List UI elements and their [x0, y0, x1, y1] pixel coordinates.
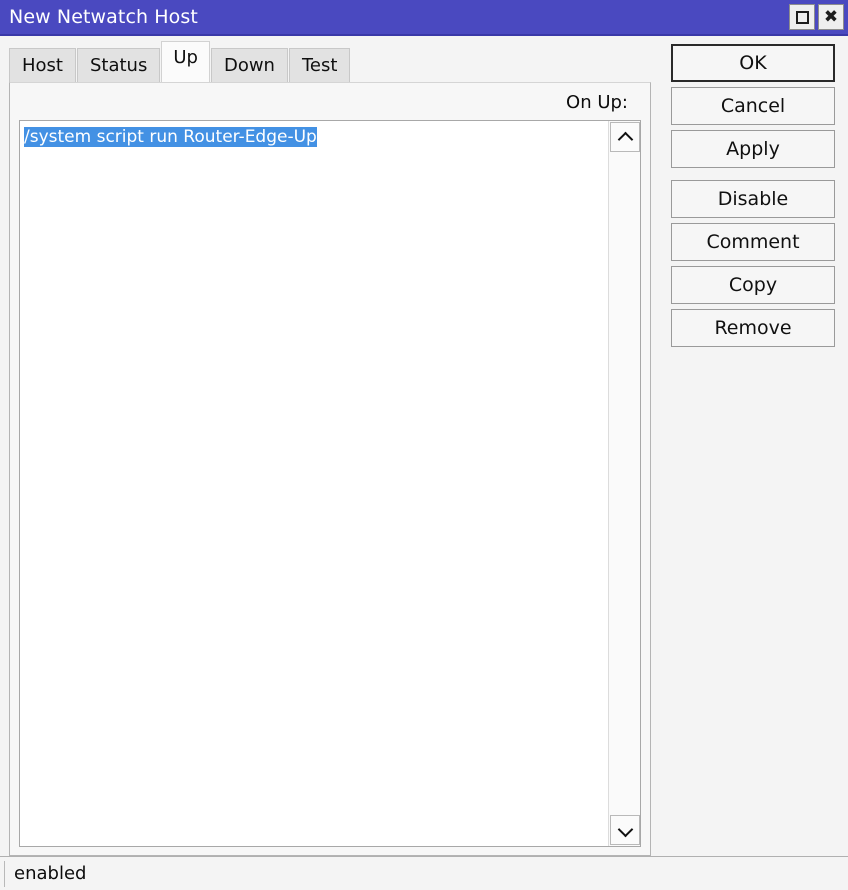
tab-content-panel: On Up: /system script run Router-Edge-Up	[9, 82, 651, 856]
remove-button[interactable]: Remove	[671, 309, 835, 347]
maximize-button[interactable]	[789, 4, 815, 30]
chevron-down-icon	[619, 826, 632, 834]
maximize-icon	[795, 10, 809, 24]
tab-down[interactable]: Down	[210, 48, 288, 82]
editor-scrollbar[interactable]	[608, 121, 640, 846]
cancel-button[interactable]: Cancel	[671, 87, 835, 125]
statusbar: enabled	[0, 856, 848, 890]
close-button[interactable]: ✖	[818, 4, 844, 30]
script-line: /system script run Router-Edge-Up	[24, 127, 608, 148]
ok-button[interactable]: OK	[671, 44, 835, 82]
titlebar: New Netwatch Host ✖	[0, 0, 848, 36]
chevron-up-icon	[619, 133, 632, 141]
netwatch-host-dialog: New Netwatch Host ✖ Host Status Up Down …	[0, 0, 848, 890]
tab-up[interactable]: Up	[161, 41, 210, 82]
window-title: New Netwatch Host	[9, 6, 198, 28]
tabstrip: Host Status Up Down Test	[0, 36, 660, 82]
window-controls: ✖	[789, 4, 844, 30]
script-selected-text: /system script run Router-Edge-Up	[24, 127, 317, 147]
copy-button[interactable]: Copy	[671, 266, 835, 304]
tab-host[interactable]: Host	[9, 48, 76, 82]
tab-test[interactable]: Test	[288, 48, 351, 82]
comment-button[interactable]: Comment	[671, 223, 835, 261]
on-up-label: On Up:	[566, 92, 628, 113]
dialog-body: Host Status Up Down Test On Up: /system …	[0, 36, 848, 856]
tab-status[interactable]: Status	[76, 48, 161, 82]
apply-button[interactable]: Apply	[671, 130, 835, 168]
action-button-column: OK Cancel Apply Disable Comment Copy Rem…	[660, 36, 848, 352]
disable-button[interactable]: Disable	[671, 180, 835, 218]
close-icon: ✖	[823, 6, 839, 27]
status-text: enabled	[4, 860, 86, 887]
left-pane: Host Status Up Down Test On Up: /system …	[0, 36, 660, 856]
scroll-up-button[interactable]	[610, 122, 640, 152]
script-text-area[interactable]: /system script run Router-Edge-Up	[20, 121, 608, 846]
on-up-label-row: On Up:	[10, 83, 650, 120]
scroll-down-button[interactable]	[610, 815, 640, 845]
on-up-script-editor[interactable]: /system script run Router-Edge-Up	[19, 120, 641, 847]
